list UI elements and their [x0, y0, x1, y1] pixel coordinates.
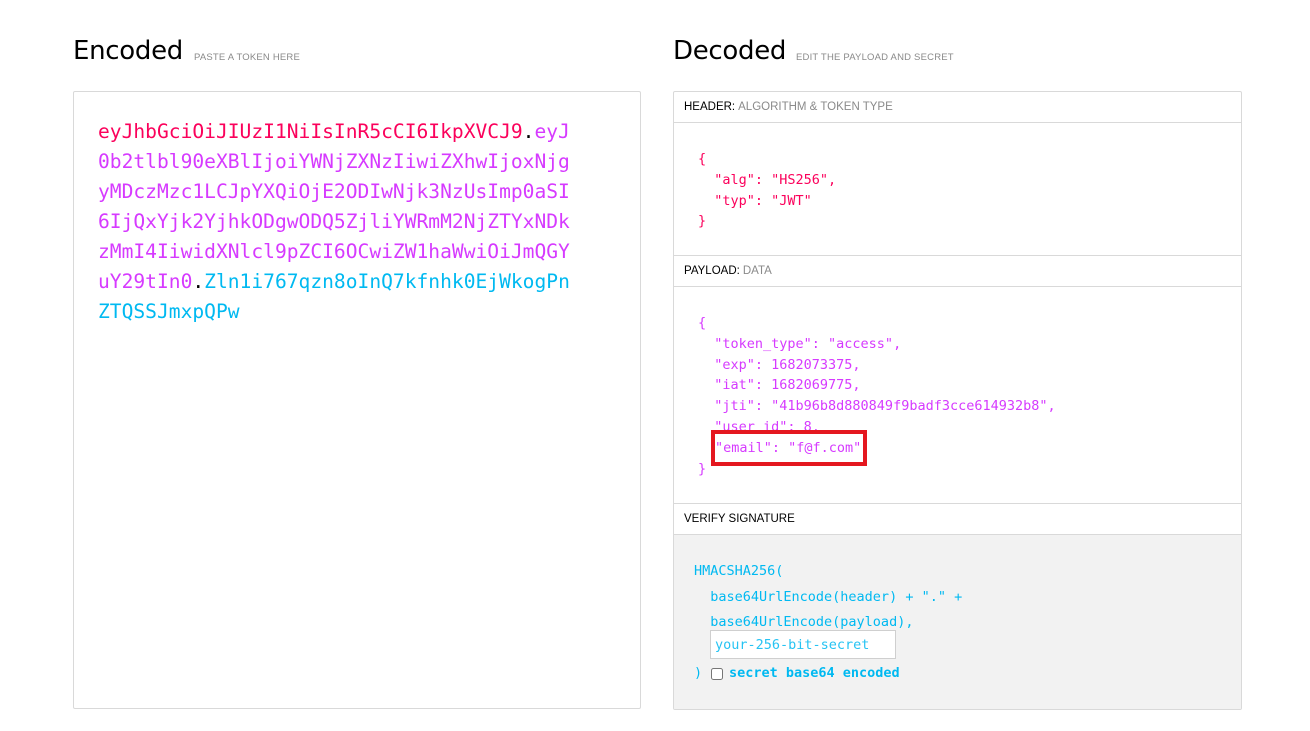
token-separator: . — [522, 120, 535, 143]
token-payload-part: eyJ0b2tlbl90eXBlIjoiYWNjZXNzIiwiZXhwIjox… — [98, 120, 570, 293]
payload-section-sublabel: DATA — [742, 265, 772, 277]
secret-base64-label[interactable]: secret base64 encoded — [729, 665, 900, 681]
header-section-title: HEADER: ALGORITHM & TOKEN TYPE — [674, 92, 1241, 123]
secret-base64-checkbox[interactable] — [711, 668, 723, 680]
encoded-subtitle: PASTE A TOKEN HERE — [194, 52, 301, 63]
encoded-token-editor[interactable]: eyJhbGciOiJIUzI1NiIsInR5cCI6IkpXVCJ9.eyJ… — [73, 91, 641, 709]
encoded-token[interactable]: eyJhbGciOiJIUzI1NiIsInR5cCI6IkpXVCJ9.eyJ… — [98, 117, 573, 327]
verify-signature-code: HMACSHA256( base64UrlEncode(header) + ".… — [694, 563, 963, 630]
verify-section-label: VERIFY SIGNATURE — [684, 513, 795, 525]
header-json-editor[interactable]: { "alg": "HS256", "typ": "JWT" } — [698, 149, 836, 232]
secret-input[interactable] — [710, 630, 896, 659]
decoded-panel: HEADER: ALGORITHM & TOKEN TYPE { "alg": "… — [673, 91, 1242, 710]
decoded-title: Decoded — [673, 36, 787, 66]
payload-section-title: PAYLOAD: DATA — [674, 256, 1241, 287]
payload-section-label: PAYLOAD: — [684, 265, 740, 277]
header-section-sublabel: ALGORITHM & TOKEN TYPE — [738, 101, 893, 113]
header-section-label: HEADER: — [684, 101, 736, 113]
token-header-part: eyJhbGciOiJIUzI1NiIsInR5cCI6IkpXVCJ9 — [98, 120, 523, 143]
payload-email-line[interactable]: "email": "f@f.com" — [715, 438, 861, 459]
encoded-title: Encoded — [73, 36, 184, 66]
decoded-subtitle: EDIT THE PAYLOAD AND SECRET — [796, 52, 954, 63]
verify-section-title: VERIFY SIGNATURE — [674, 504, 1241, 535]
verify-close-paren: ) — [694, 665, 703, 681]
token-separator: . — [192, 270, 205, 293]
